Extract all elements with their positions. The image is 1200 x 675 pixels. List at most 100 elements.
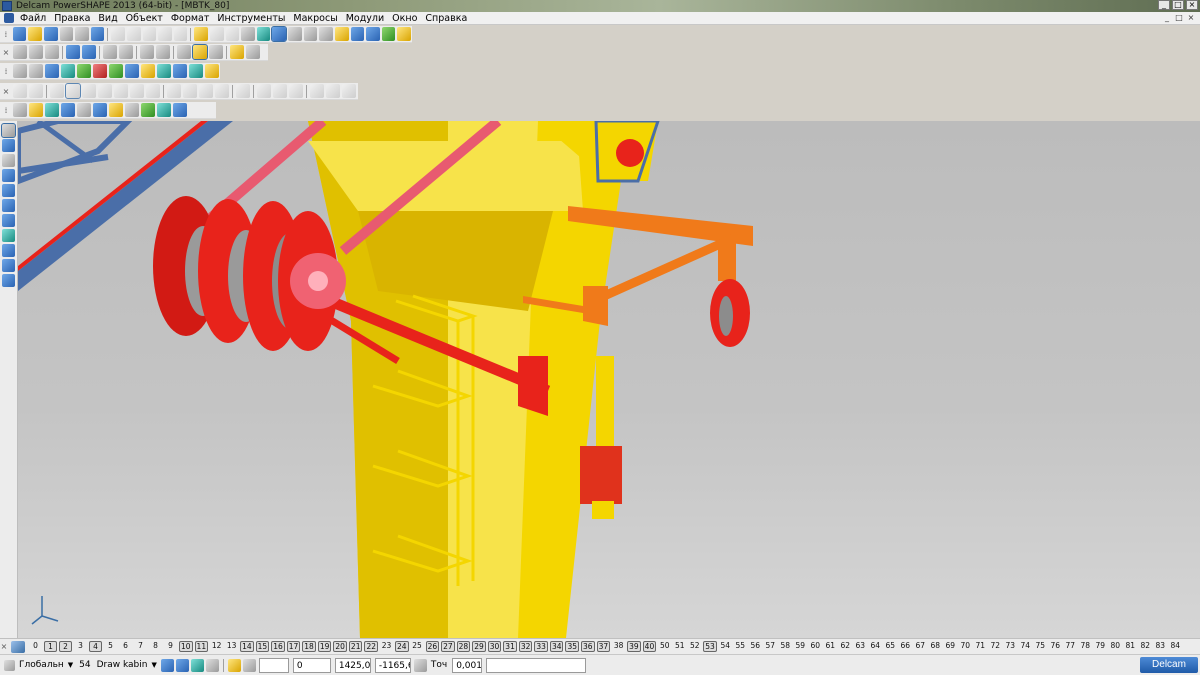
- level-75[interactable]: 75: [1034, 641, 1047, 652]
- unblank-icon[interactable]: [366, 27, 380, 41]
- mesh-icon[interactable]: [13, 103, 27, 117]
- delete-icon[interactable]: [173, 27, 188, 41]
- level-69[interactable]: 69: [944, 641, 957, 652]
- view-cube-icon[interactable]: [66, 45, 80, 59]
- level-82[interactable]: 82: [1139, 641, 1152, 652]
- level-2[interactable]: 2: [59, 641, 72, 652]
- level-39[interactable]: 39: [627, 641, 641, 652]
- level-11[interactable]: 11: [194, 641, 209, 652]
- level-7[interactable]: 7: [134, 641, 147, 652]
- dimension-icon[interactable]: [2, 244, 15, 257]
- level-84[interactable]: 84: [1169, 641, 1182, 652]
- level-54[interactable]: 54: [719, 641, 732, 652]
- field-value[interactable]: 0: [292, 657, 331, 673]
- level-13[interactable]: 13: [225, 641, 238, 652]
- close-button[interactable]: ×: [1186, 0, 1198, 10]
- solid-cube-icon[interactable]: [2, 229, 15, 242]
- menu-window[interactable]: Окно: [388, 12, 421, 25]
- feature-icon[interactable]: [125, 64, 139, 78]
- pattern-icon[interactable]: [236, 84, 250, 98]
- level-51[interactable]: 51: [673, 641, 686, 652]
- sphere-icon[interactable]: [93, 64, 107, 78]
- cut-icon[interactable]: [111, 27, 126, 41]
- level-55[interactable]: 55: [734, 641, 747, 652]
- level-81[interactable]: 81: [1124, 641, 1137, 652]
- view-iso-icon[interactable]: [45, 45, 59, 59]
- menu-format[interactable]: Формат: [167, 12, 214, 25]
- level-9[interactable]: 9: [164, 641, 177, 652]
- save-icon[interactable]: [59, 27, 74, 41]
- toolbar-grip[interactable]: ⁞: [2, 28, 10, 41]
- annotation-icon[interactable]: [2, 259, 15, 272]
- level-17[interactable]: 17: [286, 641, 301, 652]
- play-icon[interactable]: [109, 64, 123, 78]
- menu-view[interactable]: Вид: [94, 12, 121, 25]
- level-59[interactable]: 59: [794, 641, 807, 652]
- copy-icon[interactable]: [127, 27, 141, 41]
- library-icon[interactable]: [141, 103, 155, 117]
- repeat-icon[interactable]: [225, 27, 240, 41]
- electrode-icon[interactable]: [45, 103, 59, 117]
- levelbar-close-icon[interactable]: ×: [0, 642, 8, 651]
- select-icon[interactable]: [1, 123, 16, 138]
- level-1[interactable]: 1: [44, 641, 57, 652]
- level-57[interactable]: 57: [764, 641, 777, 652]
- level-63[interactable]: 63: [854, 641, 867, 652]
- level-31[interactable]: 31: [503, 641, 517, 652]
- level-6[interactable]: 6: [119, 641, 132, 652]
- circle-select-icon[interactable]: [288, 27, 302, 41]
- axes-icon[interactable]: [29, 103, 43, 117]
- shaded-icon[interactable]: [192, 44, 208, 60]
- assembly-icon[interactable]: [157, 64, 171, 78]
- level-37[interactable]: 37: [596, 641, 611, 652]
- snap-grid-icon[interactable]: [190, 658, 204, 672]
- rib-icon[interactable]: [199, 84, 213, 98]
- toolbar-grip[interactable]: ⁞: [2, 65, 10, 78]
- fillet-icon[interactable]: [98, 84, 112, 98]
- level-18[interactable]: 18: [302, 641, 316, 652]
- zoom-fit-icon[interactable]: [156, 45, 170, 59]
- snap-point-icon[interactable]: [205, 658, 219, 672]
- level-64[interactable]: 64: [869, 641, 882, 652]
- quick-select-icon[interactable]: [256, 27, 271, 41]
- help-icon[interactable]: [173, 64, 187, 78]
- menu-object[interactable]: Объект: [122, 12, 167, 25]
- workplane-status-icon[interactable]: [4, 659, 15, 671]
- filter-icon[interactable]: [334, 27, 349, 41]
- extend-icon[interactable]: [342, 84, 356, 98]
- toolbar-close-icon[interactable]: ×: [2, 85, 10, 98]
- die-icon[interactable]: [93, 103, 107, 117]
- solid-select-icon[interactable]: [65, 83, 81, 99]
- level-77[interactable]: 77: [1064, 641, 1077, 652]
- view-top-icon[interactable]: [13, 45, 27, 59]
- document-icon[interactable]: [4, 13, 14, 23]
- undo-icon[interactable]: [194, 27, 209, 41]
- command-field[interactable]: [258, 657, 289, 673]
- level-5[interactable]: 5: [104, 641, 117, 652]
- blank-icon[interactable]: [350, 27, 365, 41]
- level-53[interactable]: 53: [703, 641, 717, 652]
- solid-tree-icon[interactable]: [13, 84, 27, 98]
- level-32[interactable]: 32: [518, 641, 533, 652]
- level-52[interactable]: 52: [688, 641, 701, 652]
- menu-edit[interactable]: Правка: [50, 12, 94, 25]
- maximize-button[interactable]: □: [1172, 0, 1184, 10]
- level-4[interactable]: 4: [89, 641, 102, 652]
- doc-close-button[interactable]: ×: [1186, 13, 1196, 23]
- level-72[interactable]: 72: [989, 641, 1002, 652]
- level-dropdown-icon[interactable]: ▼: [151, 661, 156, 669]
- rectangle-icon[interactable]: [2, 199, 15, 212]
- info-icon[interactable]: [90, 27, 105, 41]
- cut-solid-icon[interactable]: [82, 84, 96, 98]
- level-15[interactable]: 15: [255, 641, 270, 652]
- level-70[interactable]: 70: [959, 641, 972, 652]
- zoom-in-icon[interactable]: [119, 45, 133, 59]
- shell-icon[interactable]: [130, 84, 144, 98]
- level-24[interactable]: 24: [395, 641, 409, 652]
- level-23[interactable]: 23: [380, 641, 393, 652]
- wizard-icon[interactable]: [397, 27, 411, 41]
- level-21[interactable]: 21: [348, 641, 363, 652]
- draw-icon[interactable]: [158, 27, 172, 41]
- level-58[interactable]: 58: [779, 641, 792, 652]
- line-icon[interactable]: [2, 169, 15, 182]
